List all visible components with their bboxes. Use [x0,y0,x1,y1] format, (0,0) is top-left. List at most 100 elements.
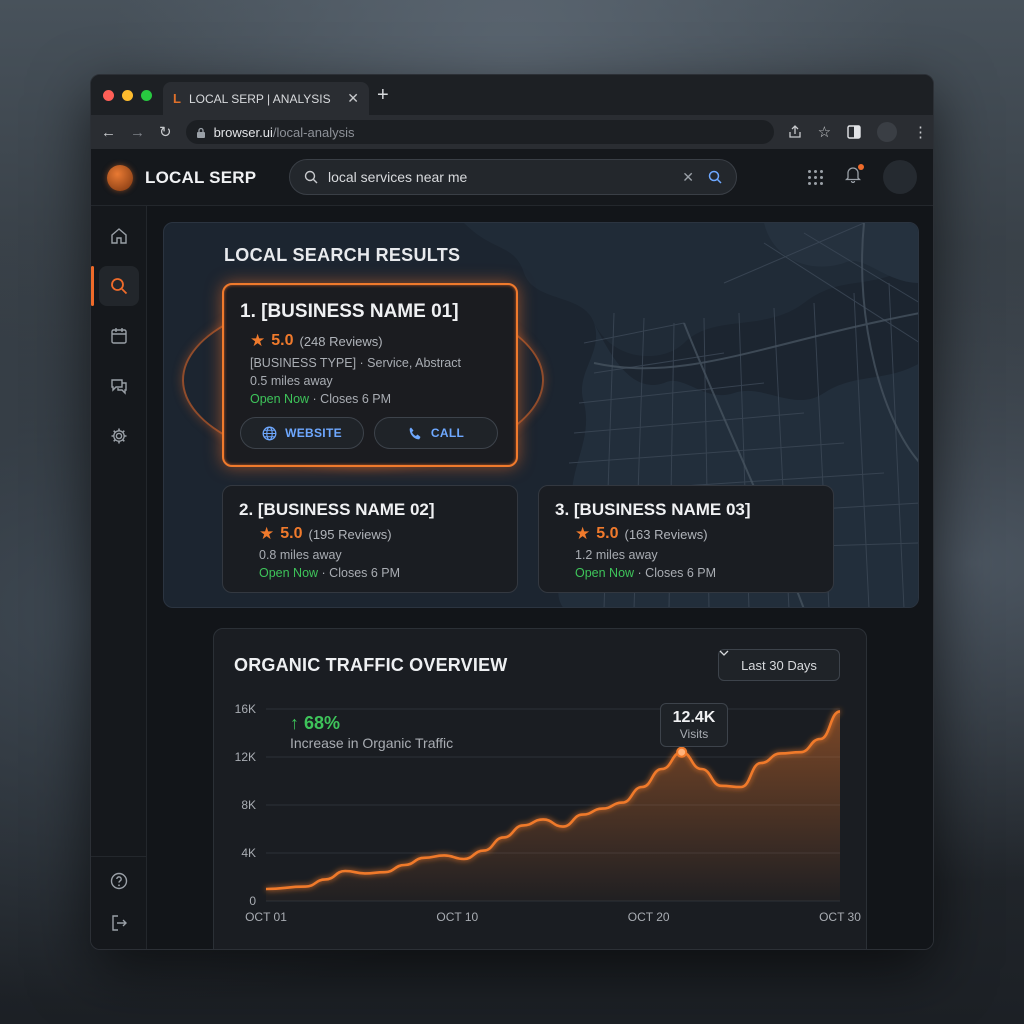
chart-tooltip: 12.4K Visits [660,703,728,747]
result-rating: ★ 5.0 (195 Reviews) [259,524,392,544]
x-tick-label: OCT 10 [436,910,478,924]
traffic-overview-card: ORGANIC TRAFFIC OVERVIEW Last 30 Days 0 … [213,628,867,949]
review-count: (248 Reviews) [299,333,383,349]
highlight-point[interactable] [676,746,688,758]
tab-favicon: L [173,91,181,106]
search-input[interactable] [328,169,683,185]
search-bar: ✕ [289,159,737,195]
x-tick-label: OCT 30 [819,910,861,924]
search-icon [111,278,128,295]
tooltip-value: 12.4K [672,709,716,726]
active-indicator [91,266,94,306]
website-label: WEBSITE [285,426,342,440]
chat-icon [111,379,127,395]
sidebar-item-help[interactable] [99,861,139,901]
close-window-button[interactable] [103,89,114,101]
apps-grid-icon[interactable] [808,169,823,185]
review-count: (163 Reviews) [624,526,708,542]
distance: 1.2 miles away [575,548,658,562]
maximize-window-button[interactable] [141,89,152,101]
browser-window: L LOCAL SERP | ANALYSIS ✕ + ← → ↻ browse… [90,74,934,950]
tab-title: LOCAL SERP | ANALYSIS [188,91,331,106]
logout-icon [112,915,127,931]
app-header: LOCAL SERP ✕ [91,149,933,206]
closing-time: · Closes 6 PM [321,566,401,580]
back-icon[interactable]: ← [101,124,116,141]
brand-logo[interactable] [107,165,133,191]
review-count: (195 Reviews) [308,526,392,542]
business-type: [BUSINESS TYPE] · Service, Abstract [250,356,461,370]
sidebar-item-logout[interactable] [99,903,139,943]
traffic-growth-label: Increase in Organic Traffic [290,735,454,751]
y-tick-label: 12K [235,750,256,764]
y-tick-label: 8K [241,798,256,812]
y-tick-label: 0 [249,894,256,908]
phone-icon [409,427,421,439]
open-status: Open Now [259,566,319,580]
url-host: browser.ui [213,124,273,140]
website-button[interactable]: WEBSITE [240,417,364,449]
brand-name: LOCAL SERP [145,168,257,187]
rating-score: 5.0 [280,525,303,542]
open-status: Open Now [575,566,635,580]
calendar-icon [111,328,127,344]
search-submit-icon[interactable] [708,170,722,184]
closing-time: · Closes 6 PM [637,566,717,580]
result-card[interactable]: 3. [BUSINESS NAME 03] ★ 5.0 (163 Reviews… [538,485,834,593]
sidebar-item-settings[interactable] [99,416,139,456]
hours-line: Open Now · Closes 6 PM [250,392,391,406]
globe-icon [262,426,277,440]
featured-result-card[interactable]: 1. [BUSINESS NAME 01] ★ 5.0 (248 Reviews… [222,283,518,467]
star-icon: ★ [259,524,275,543]
sidebar [91,206,147,949]
minimize-window-button[interactable] [122,89,133,101]
home-icon [111,228,127,244]
sidebar-item-home[interactable] [99,216,139,256]
sidebar-item-search[interactable] [99,266,139,306]
open-status: Open Now [250,392,310,406]
tab-close-icon[interactable]: ✕ [347,90,359,107]
y-tick-label: 4K [241,846,256,860]
user-avatar[interactable] [883,160,917,194]
sidebar-divider [91,856,146,857]
help-icon [110,872,128,890]
result-title: 2. [BUSINESS NAME 02] [239,500,435,519]
sidebar-toggle-icon[interactable] [847,125,861,139]
clear-search-icon[interactable]: ✕ [682,169,694,186]
result-title: 3. [BUSINESS NAME 03] [555,500,751,519]
star-icon: ★ [250,331,266,350]
notifications-button[interactable] [844,164,864,188]
share-icon[interactable] [788,125,802,139]
gear-icon [111,428,127,444]
address-bar: ← → ↻ browser.ui/local-analysis ☆ ⋮ [91,115,933,149]
forward-icon[interactable]: → [130,124,145,141]
browser-tab[interactable]: L LOCAL SERP | ANALYSIS ✕ [163,82,369,115]
search-icon [304,170,318,184]
main-content: LOCAL SEARCH RESULTS 1. [BUSINESS NAME 0… [147,206,933,949]
call-button[interactable]: CALL [374,417,498,449]
result-rating: ★ 5.0 (248 Reviews) [250,331,383,351]
result-rating: ★ 5.0 (163 Reviews) [575,524,708,544]
lock-icon [196,127,205,138]
closing-time: · Closes 6 PM [312,392,392,406]
result-card[interactable]: 2. [BUSINESS NAME 02] ★ 5.0 (195 Reviews… [222,485,518,593]
y-tick-label: 16K [235,702,256,716]
local-results-panel: LOCAL SEARCH RESULTS 1. [BUSINESS NAME 0… [163,222,919,608]
url-field[interactable]: browser.ui/local-analysis [185,120,774,144]
rating-score: 5.0 [596,525,619,542]
x-tick-label: OCT 01 [245,910,287,924]
url-path: /local-analysis [272,124,355,140]
distance: 0.5 miles away [250,374,333,388]
bookmark-star-icon[interactable]: ☆ [818,123,831,141]
sidebar-item-messages[interactable] [99,366,139,406]
more-menu-icon[interactable]: ⋮ [913,123,928,141]
new-tab-button[interactable]: + [377,84,389,107]
rating-score: 5.0 [271,332,294,349]
x-tick-label: OCT 20 [628,910,670,924]
tab-strip: L LOCAL SERP | ANALYSIS ✕ + [91,75,933,115]
distance: 0.8 miles away [259,548,342,562]
notification-badge [858,164,864,170]
reload-icon[interactable]: ↻ [159,123,172,141]
sidebar-item-calendar[interactable] [99,316,139,356]
profile-avatar[interactable] [877,122,898,142]
